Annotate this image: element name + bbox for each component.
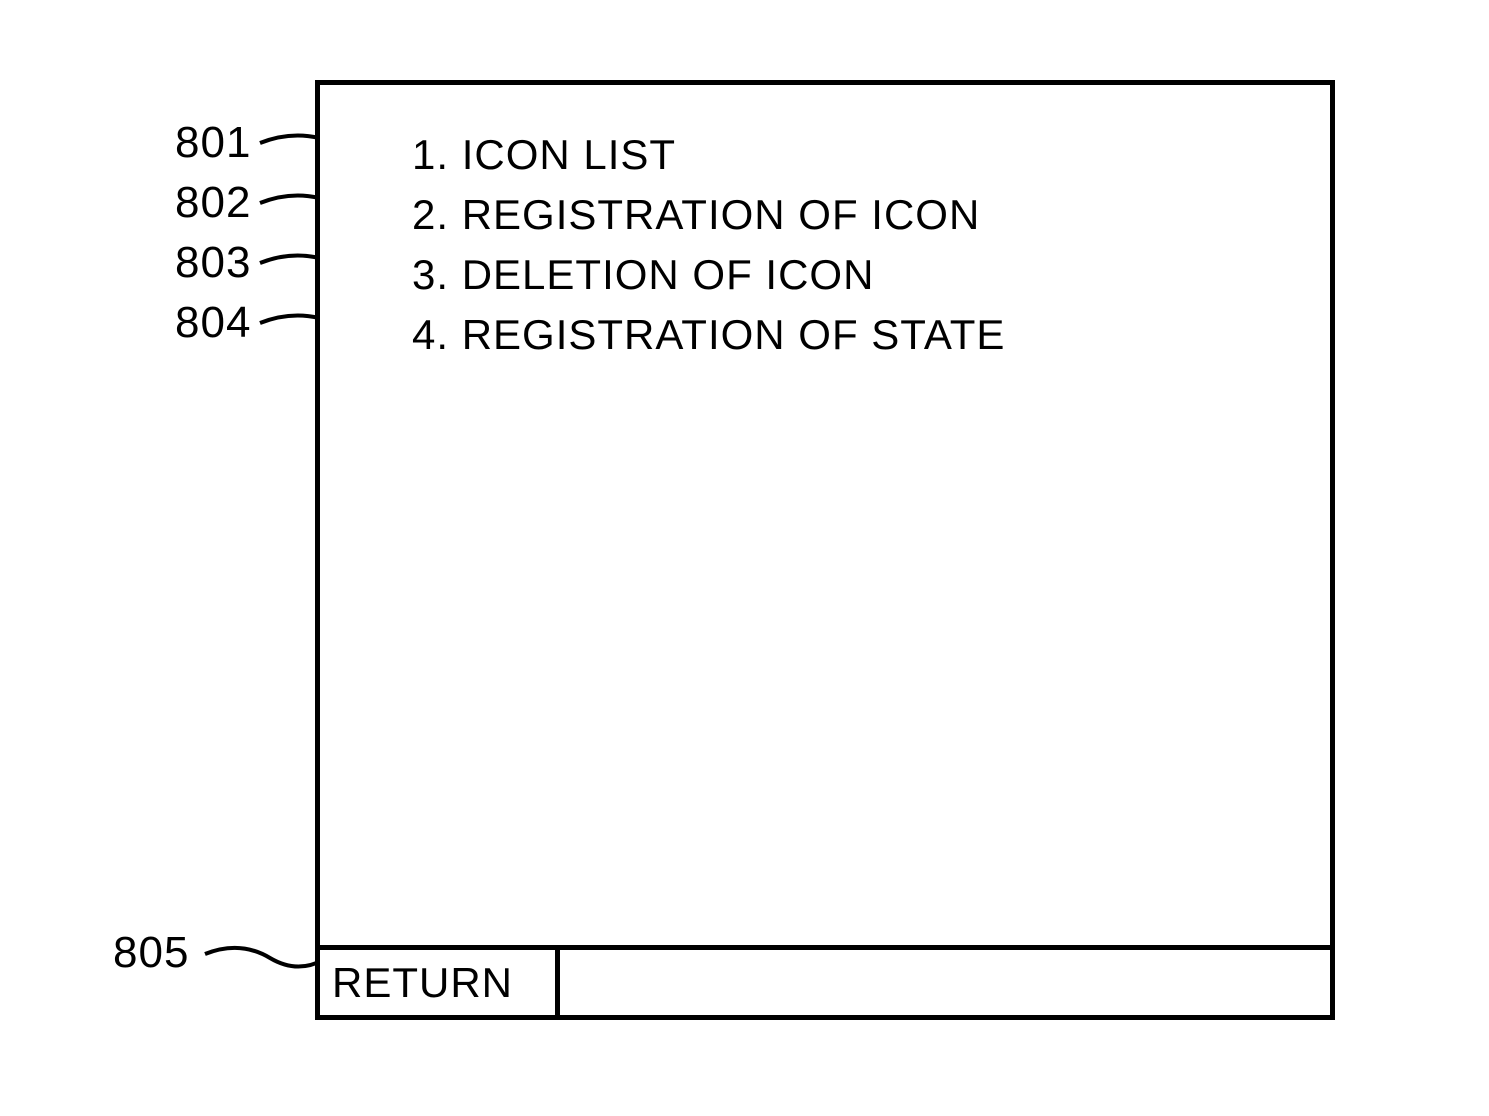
return-button[interactable]: RETURN: [320, 945, 560, 1015]
bottom-bar: [560, 945, 1330, 1015]
menu-item-label: REGISTRATION OF STATE: [462, 311, 1006, 358]
menu-item-label: ICON LIST: [462, 131, 676, 178]
menu-item-number: 4.: [412, 311, 449, 358]
menu-item-number: 2.: [412, 191, 449, 238]
menu-item-label: REGISTRATION OF ICON: [462, 191, 981, 238]
callout-802: 802: [175, 178, 251, 228]
menu-item-number: 3.: [412, 251, 449, 298]
menu-item-number: 1.: [412, 131, 449, 178]
menu-item-registration-icon[interactable]: 2. REGISTRATION OF ICON: [412, 185, 1330, 245]
callout-801: 801: [175, 118, 251, 168]
callout-803: 803: [175, 238, 251, 288]
menu-item-label: DELETION OF ICON: [462, 251, 875, 298]
menu-item-icon-list[interactable]: 1. ICON LIST: [412, 125, 1330, 185]
callout-804: 804: [175, 298, 251, 348]
connector-805: [205, 940, 325, 980]
callout-805: 805: [113, 928, 189, 978]
menu-item-deletion-icon[interactable]: 3. DELETION OF ICON: [412, 245, 1330, 305]
screen-frame: 1. ICON LIST 2. REGISTRATION OF ICON 3. …: [315, 80, 1335, 1020]
menu-list: 1. ICON LIST 2. REGISTRATION OF ICON 3. …: [320, 85, 1330, 365]
return-button-label: RETURN: [332, 959, 513, 1007]
menu-item-registration-state[interactable]: 4. REGISTRATION OF STATE: [412, 305, 1330, 365]
